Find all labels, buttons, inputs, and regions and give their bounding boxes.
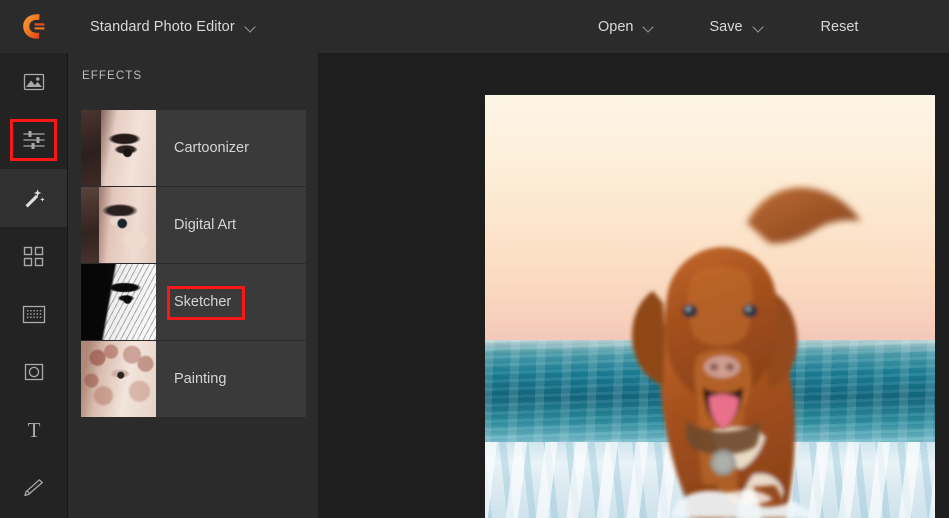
image-icon	[23, 73, 44, 91]
chevron-down-icon	[644, 23, 655, 30]
save-button[interactable]: Save	[707, 13, 766, 41]
digital-art-thumbnail	[81, 187, 156, 263]
vignette-icon	[24, 363, 43, 381]
panel-title: EFFECTS	[82, 69, 143, 82]
app-logo	[0, 0, 68, 53]
photo-preview[interactable]	[485, 95, 935, 518]
reset-button-label: Reset	[820, 18, 859, 35]
tool-rail: T	[0, 53, 68, 518]
sidebar-item-effects-tool[interactable]	[0, 169, 67, 227]
sidebar-item-vignette-tool[interactable]	[0, 343, 67, 401]
open-button[interactable]: Open	[596, 13, 657, 41]
sliders-icon	[22, 131, 45, 149]
open-button-label: Open	[598, 18, 634, 35]
texture-icon	[22, 305, 45, 323]
sidebar-item-draw-tool[interactable]	[0, 459, 67, 517]
save-button-label: Save	[709, 18, 743, 35]
pencil-icon	[23, 479, 43, 497]
photo-editor-app: Standard Photo Editor Open Save Reset T …	[0, 0, 949, 518]
magic-wand-icon	[25, 189, 45, 208]
grid-icon	[23, 246, 44, 266]
chevron-down-icon	[754, 23, 765, 30]
photo-dog-subject	[485, 95, 935, 518]
effect-label: Painting	[174, 371, 227, 387]
painting-thumbnail	[81, 341, 156, 417]
effects-list: Cartoonizer Digital Art Sketcher Paintin…	[81, 110, 306, 418]
reset-button[interactable]: Reset	[819, 13, 861, 41]
app-title: Standard Photo Editor	[90, 18, 235, 35]
cyberlink-c-logo-icon	[23, 14, 45, 39]
app-mode-selector[interactable]: Standard Photo Editor	[90, 19, 257, 35]
app-header: Standard Photo Editor Open Save Reset	[0, 0, 949, 53]
effect-label: Cartoonizer	[174, 140, 249, 156]
sidebar-item-image-tool[interactable]	[0, 53, 67, 111]
effect-label: Sketcher	[174, 294, 232, 310]
effect-label: Digital Art	[174, 217, 237, 233]
dog-illustration	[631, 187, 861, 518]
effects-panel: EFFECTS Cartoonizer Digital Art Sketcher	[68, 53, 319, 518]
header-actions: Open Save Reset	[596, 0, 860, 53]
sidebar-item-adjust-tool[interactable]	[0, 111, 67, 169]
sidebar-item-text-tool[interactable]: T	[0, 401, 67, 459]
svg-text:T: T	[27, 418, 40, 442]
sidebar-item-frames-tool[interactable]	[0, 227, 67, 285]
editor-canvas[interactable]	[319, 53, 949, 518]
text-t-icon: T	[27, 418, 40, 442]
effect-item-sketcher[interactable]: Sketcher	[81, 264, 306, 340]
sketcher-thumbnail	[81, 264, 156, 340]
chevron-down-icon	[246, 23, 257, 30]
sidebar-item-texture-tool[interactable]	[0, 285, 67, 343]
cartoonizer-thumbnail	[81, 110, 156, 186]
effect-item-digital-art[interactable]: Digital Art	[81, 187, 306, 263]
effect-item-painting[interactable]: Painting	[81, 341, 306, 417]
effect-item-cartoonizer[interactable]: Cartoonizer	[81, 110, 306, 186]
